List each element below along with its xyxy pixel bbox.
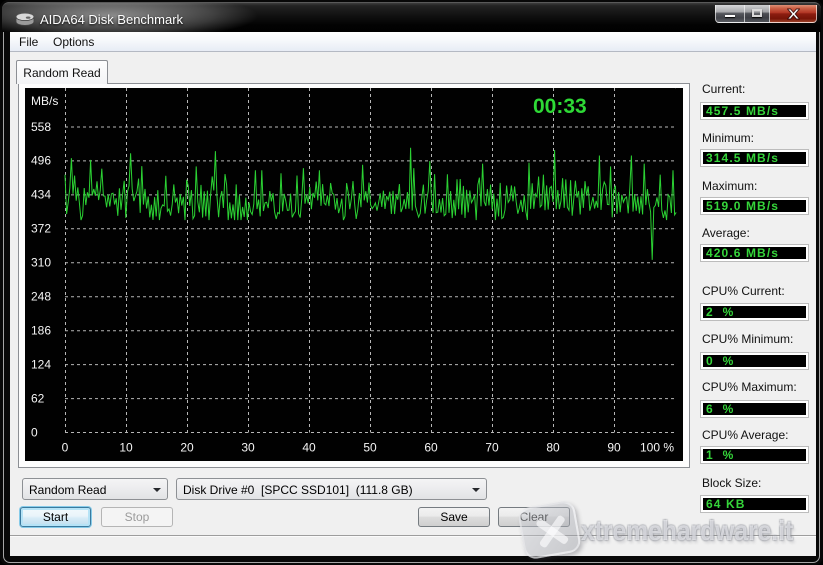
svg-text:558: 558 [31,120,51,134]
svg-text:90: 90 [607,441,621,455]
svg-text:186: 186 [31,324,51,338]
svg-text:0: 0 [31,425,38,439]
svg-text:372: 372 [31,222,51,236]
svg-text:124: 124 [31,357,51,371]
svg-text:10: 10 [119,441,133,455]
svg-text:50: 50 [363,441,377,455]
svg-text:MB/s: MB/s [31,94,58,108]
svg-text:310: 310 [31,256,51,270]
svg-text:496: 496 [31,154,51,168]
svg-text:80: 80 [546,441,560,455]
svg-text:100 %: 100 % [640,441,674,455]
svg-text:00:33: 00:33 [533,95,587,118]
svg-text:248: 248 [31,290,51,304]
svg-text:70: 70 [485,441,499,455]
svg-text:30: 30 [241,441,255,455]
svg-text:434: 434 [31,188,51,202]
svg-text:20: 20 [180,441,194,455]
svg-text:62: 62 [31,391,45,405]
svg-text:40: 40 [302,441,316,455]
svg-text:0: 0 [62,441,69,455]
svg-text:60: 60 [424,441,438,455]
